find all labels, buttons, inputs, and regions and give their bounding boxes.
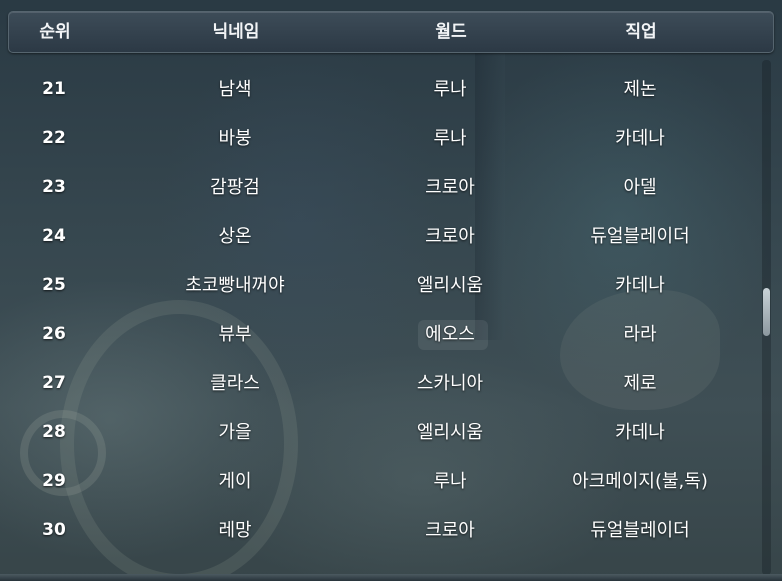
table-row[interactable]: 24 상온 크로아 듀얼블레이더 [0, 212, 760, 261]
nickname-cell: 초코빵내꺼야 [185, 275, 285, 296]
job-cell: 아델 [623, 177, 657, 198]
world-cell: 스카니아 [416, 373, 484, 394]
job-cell: 아크메이지(불,독) [572, 471, 708, 492]
header-nickname: 닉네임 [212, 22, 260, 42]
world-cell: 엘리시움 [416, 275, 484, 296]
table-row[interactable]: 25 초코빵내꺼야 엘리시움 카데나 [0, 261, 760, 310]
table-row[interactable]: 23 감팡검 크로아 아델 [0, 163, 760, 212]
rank-cell: 26 [42, 324, 66, 344]
job-cell: 카데나 [615, 128, 665, 149]
nickname-cell: 감팡검 [210, 177, 260, 198]
nickname-cell: 바붕 [218, 128, 252, 149]
nickname-cell: 남색 [218, 79, 252, 100]
table-row[interactable]: 30 레망 크로아 듀얼블레이더 [0, 506, 760, 555]
table-row[interactable]: 22 바붕 루나 카데나 [0, 114, 760, 163]
job-cell: 듀얼블레이더 [590, 226, 690, 247]
nickname-cell: 가을 [218, 422, 252, 443]
ranking-panel: 순위 닉네임 월드 직업 21 남색 루나 제논 22 바붕 루나 카데나 23… [0, 0, 782, 581]
job-cell: 듀얼블레이더 [590, 520, 690, 541]
table-row[interactable]: 28 가을 엘리시움 카데나 [0, 408, 760, 457]
rank-cell: 21 [42, 79, 66, 99]
world-cell: 루나 [433, 471, 467, 492]
nickname-cell: 게이 [218, 471, 252, 492]
table-row[interactable]: 21 남색 루나 제논 [0, 65, 760, 114]
nickname-cell: 뷰부 [218, 324, 252, 345]
table-row[interactable]: 27 클라스 스카니아 제로 [0, 359, 760, 408]
job-cell: 제로 [623, 373, 657, 394]
nickname-cell: 클라스 [210, 373, 260, 394]
job-cell: 카데나 [615, 422, 665, 443]
world-cell: 크로아 [425, 520, 475, 541]
rank-cell: 30 [42, 520, 66, 540]
ranking-list: 21 남색 루나 제논 22 바붕 루나 카데나 23 감팡검 크로아 아델 2… [0, 65, 760, 555]
world-cell: 루나 [433, 128, 467, 149]
world-cell: 루나 [433, 79, 467, 100]
table-row[interactable]: 29 게이 루나 아크메이지(불,독) [0, 457, 760, 506]
world-cell: 에오스 [425, 324, 475, 345]
table-row[interactable]: 26 뷰부 에오스 라라 [0, 310, 760, 359]
rank-cell: 25 [42, 275, 66, 295]
header-world: 월드 [435, 22, 467, 42]
table-header: 순위 닉네임 월드 직업 [8, 11, 774, 53]
nickname-cell: 상온 [218, 226, 252, 247]
world-cell: 크로아 [425, 226, 475, 247]
scrollbar-thumb[interactable] [763, 288, 770, 336]
rank-cell: 29 [42, 471, 66, 491]
job-cell: 제논 [623, 79, 657, 100]
world-cell: 크로아 [425, 177, 475, 198]
header-rank: 순위 [39, 22, 71, 42]
job-cell: 카데나 [615, 275, 665, 296]
rank-cell: 22 [42, 128, 66, 148]
bottom-border [0, 574, 782, 581]
world-cell: 엘리시움 [416, 422, 484, 443]
vertical-scrollbar[interactable] [762, 60, 771, 575]
rank-cell: 24 [42, 226, 66, 246]
nickname-cell: 레망 [218, 520, 252, 541]
rank-cell: 27 [42, 373, 66, 393]
rank-cell: 23 [42, 177, 66, 197]
rank-cell: 28 [42, 422, 66, 442]
header-job: 직업 [625, 22, 657, 42]
job-cell: 라라 [623, 324, 657, 345]
